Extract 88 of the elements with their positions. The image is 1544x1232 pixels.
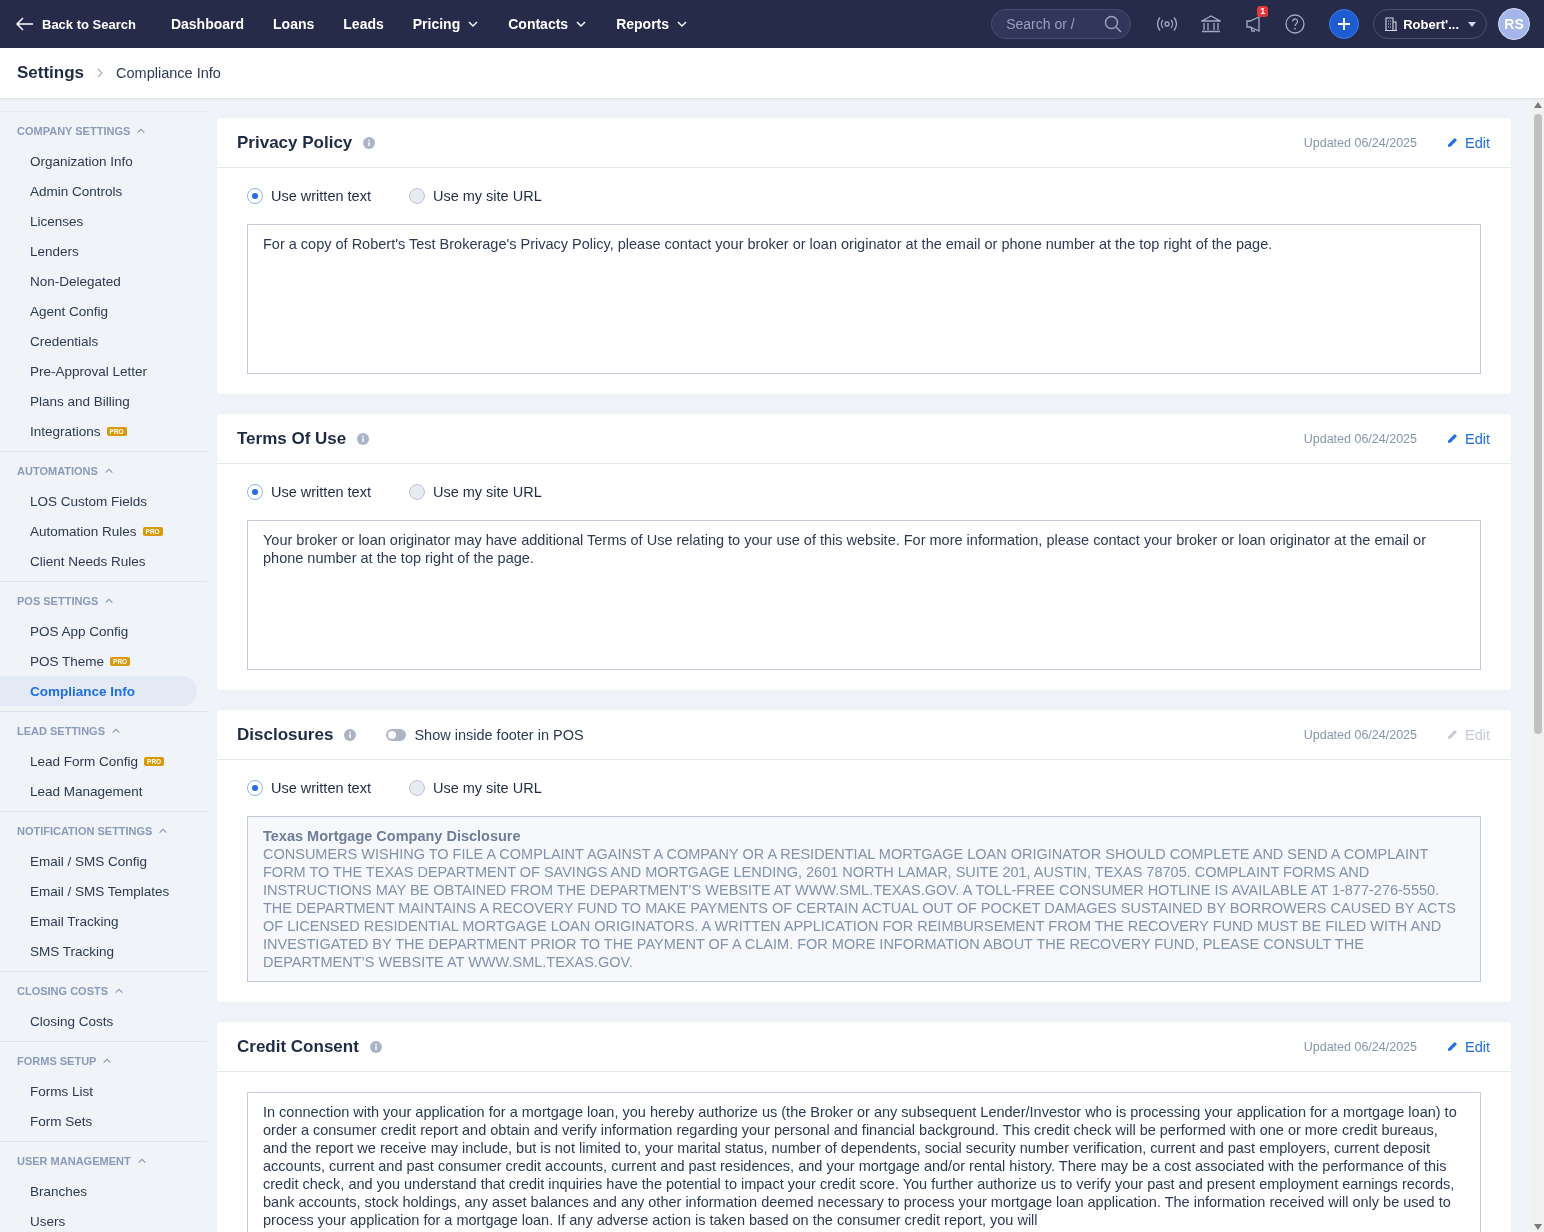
radio-label[interactable]: Use written text [271, 780, 371, 796]
sidebar-item[interactable]: SMS Tracking [0, 936, 197, 966]
info-icon [363, 136, 376, 149]
search-icon [1104, 15, 1123, 33]
radio-button[interactable] [408, 484, 425, 500]
pencil-icon [1447, 1041, 1458, 1052]
breadcrumb-link[interactable]: Settings [17, 63, 85, 83]
card-title: Disclosures [237, 724, 334, 745]
sidebar-item[interactable]: Lead Management [0, 776, 197, 806]
paragraph: For a copy of Robert's Test Brokerage's Privacy Policy, please contact your broker or loan originator at the email or phone number at the top right of the page. [263, 235, 1274, 253]
sidebar-item[interactable]: Compliance Info [0, 676, 197, 706]
updated-date: Updated 06/24/2025 [1303, 1039, 1417, 1054]
pencil-icon [1447, 433, 1458, 444]
radio-button[interactable] [408, 188, 425, 204]
sidebar-item[interactable]: Email / SMS Config [0, 846, 197, 876]
sidebar-item[interactable]: Agent Config [0, 296, 197, 326]
sidebar-item[interactable]: Closing Costs [0, 1006, 197, 1036]
edit-link[interactable]: Edit [1447, 134, 1490, 151]
nav-link[interactable]: Reports [616, 16, 689, 32]
nav-link[interactable]: Contacts [508, 16, 588, 32]
radio-label[interactable]: Use written text [271, 484, 371, 500]
scrollbar-thumb[interactable] [1534, 114, 1542, 734]
radio-button[interactable] [247, 780, 263, 796]
paragraph: Your broker or loan originator may have additional Terms of Use relating to your use of this website. For more information, please contact your broker or loan originator at the email or phone number at the top right of the page. [263, 531, 1427, 567]
paragraph: THE DEPARTMENT MAINTAINS A RECOVERY FUND TO MAKE PAYMENTS OF CERTAIN ACTUAL OUT OF POCKET DAMAGES SUSTAINED BY BORROWERS CAUSED BY ACTS OF LICENSED RESIDENTIAL MORTGAGE LOAN ORIGINATORS. A WRITTEN APPLICATION FOR REIMBURSEMENT FROM THE RECOVERY FUND MUST BE FILED WITH AND INVESTIGATED BY THE DEPARTMENT PRIOR TO THE PAYMENT OF A CLAIM. FOR MORE INFORMATION ABOUT THE RECOVERY FUND, PLEASE CONSULT THE DEPARTMENT’S WEBSITE AT WWW.SML.TEXAS.GOV. [263, 899, 1457, 971]
sidebar-item[interactable]: Admin Controls [0, 176, 197, 206]
radio-label[interactable]: Use my site URL [432, 780, 542, 796]
back-link[interactable]: Back to Search [16, 16, 136, 32]
breadcrumb-current: Compliance Info [116, 65, 221, 81]
nav-link[interactable]: Leads [343, 16, 384, 32]
sidebar-item[interactable]: Non-Delegated [0, 266, 197, 296]
notification-badge: 1 [1257, 6, 1269, 17]
card-title: Privacy Policy [237, 132, 353, 153]
updated-date: Updated 06/24/2025 [1303, 135, 1417, 150]
scrollbar[interactable] [1532, 98, 1544, 1232]
sidebar-item[interactable]: Credentials [0, 326, 197, 356]
sidebar-item[interactable]: Lenders [0, 236, 197, 266]
paragraph: CONSUMERS WISHING TO FILE A COMPLAINT AGAINST A COMPANY OR A RESIDENTIAL MORTGAGE LOAN ORIGINATOR SHOULD COMPLETE AND SEND A COMPLAINT FORM TO THE TEXAS DEPARTMENT OF SAVINGS AND MORTGAGE LENDING, 2601 NORTH LAMAR, SUITE 201, AUSTIN, TEXAS 78705. COMPLAINT FORMS AND INSTRUCTIONS MAY BE OBTAINED FROM THE DEPARTMENT’S WEBSITE AT WWW.SML.TEXAS.GOV. A TOLL-FREE CONSUMER HOTLINE IS AVAILABLE AT 1-877-276-5550. [263, 845, 1441, 899]
radio-label[interactable]: Use my site URL [432, 484, 542, 500]
toggle-switch[interactable] [386, 728, 407, 741]
sidebar-item[interactable]: Licenses [0, 206, 197, 236]
paragraph: In connection with your application for a mortgage loan, you hereby authorize us (the Broker or any subsequent Lender/Investor who is processing your application for a mortgage loan) to order a consumer credit report and obtain and verify information regarding your personal and financial background. This credit check will be performed with one or more credit bureaus, and the report we receive may include, but is not limited to, your marital status, number of dependents, social security number verification, current and past employers, current deposit accounts, current and past consumer credit accounts, current and past residences, and your mortgage and/or rental history. There may be a cost associated with the performance of this credit check, and you understand that credit inquiries have the potential to impact your credit score. You further authorize us to verify your past and present employment earnings records, bank accounts, stock holdings, any asset balances and any other information deemed necessary to process your mortgage loan application. The information received will only be used to process your application for a mortgage loan. If any adverse action is taken based on the consumer credit report, you will [263, 1103, 1458, 1229]
arrow-left-icon [16, 17, 34, 31]
text-area[interactable]: For a copy of Robert's Test Brokerage's Privacy Policy, please contact your broker or loan originator at the email or phone number at the top right of the page. [247, 224, 1481, 374]
add-button[interactable] [1329, 9, 1360, 39]
radio-label[interactable]: Use my site URL [432, 188, 542, 204]
nav-link[interactable]: Loans [273, 16, 315, 32]
scroll-down-icon [1534, 1224, 1542, 1230]
sidebar-item[interactable]: Branches [0, 1176, 197, 1206]
edit-link[interactable]: Edit [1447, 430, 1490, 447]
updated-date: Updated 06/24/2025 [1303, 727, 1417, 742]
pencil-icon [1447, 137, 1458, 148]
sidebar-item[interactable]: Pre-Approval Letter [0, 356, 197, 386]
radio-label[interactable]: Use written text [271, 188, 371, 204]
help-icon[interactable] [1285, 14, 1306, 34]
chevron-right-icon [96, 68, 105, 78]
sidebar-item[interactable]: POS App Config [0, 616, 197, 646]
sidebar-item[interactable]: Forms List [0, 1076, 197, 1106]
radio-button[interactable] [247, 484, 263, 500]
sidebar-item[interactable]: Users [0, 1206, 197, 1232]
bank-icon[interactable] [1201, 15, 1222, 33]
sidebar-item[interactable]: Organization Info [0, 146, 197, 176]
info-icon [357, 432, 370, 445]
sidebar-item[interactable]: Client Needs Rules [0, 546, 197, 576]
sidebar-item[interactable]: Email Tracking [0, 906, 197, 936]
pencil-icon [1447, 729, 1458, 740]
info-icon [369, 1040, 382, 1053]
scroll-up-icon [1534, 102, 1542, 108]
radio-button[interactable] [408, 780, 425, 796]
plus-icon [1338, 18, 1351, 30]
disclosure-heading: Texas Mortgage Company Disclosure [263, 827, 522, 845]
sidebar-item[interactable]: Form Sets [0, 1106, 197, 1136]
broadcast-icon[interactable] [1157, 16, 1178, 32]
updated-date: Updated 06/24/2025 [1303, 431, 1417, 446]
info-icon [344, 728, 357, 741]
card-title: Terms Of Use [237, 428, 347, 449]
sidebar-item[interactable]: Plans and Billing [0, 386, 197, 416]
nav-link[interactable]: Dashboard [170, 16, 245, 32]
sidebar-item[interactable]: LOS Custom Fields [0, 486, 197, 516]
caret-down-icon [1468, 21, 1476, 27]
card-title: Credit Consent [237, 1036, 359, 1057]
edit-link[interactable]: Edit [1447, 1038, 1490, 1055]
nav-link[interactable]: Pricing [412, 16, 480, 32]
toggle-label: Show inside footer in POS [414, 726, 584, 743]
search-field[interactable]: Search or / [991, 9, 1132, 39]
building-icon [1384, 17, 1399, 31]
sidebar-item[interactable]: Email / SMS Templates [0, 876, 197, 906]
radio-button[interactable] [247, 188, 263, 204]
